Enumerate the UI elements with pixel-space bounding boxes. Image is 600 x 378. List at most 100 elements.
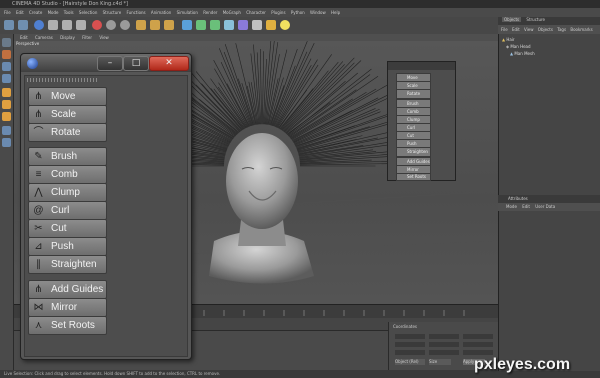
obj-menu-objects[interactable]: Objects bbox=[538, 27, 553, 32]
nurbs-icon[interactable] bbox=[210, 20, 220, 30]
light-icon[interactable] bbox=[280, 20, 290, 30]
hair-clump-button[interactable]: ⋀ Clump bbox=[28, 183, 107, 202]
render-view-icon[interactable] bbox=[136, 20, 146, 30]
menu-selection[interactable]: Selection bbox=[79, 10, 97, 15]
menu-functions[interactable]: Functions bbox=[127, 10, 146, 15]
menu-window[interactable]: Window bbox=[310, 10, 326, 15]
obj-menu-edit[interactable]: Edit bbox=[512, 27, 520, 32]
render-picture-icon[interactable] bbox=[150, 20, 160, 30]
set-roots-icon: ⋏ bbox=[34, 320, 43, 331]
coord-size-z-field[interactable] bbox=[463, 350, 493, 355]
cube-icon[interactable] bbox=[182, 20, 192, 30]
hair-cut-button[interactable]: ✂ Cut bbox=[28, 219, 107, 238]
menu-create[interactable]: Create bbox=[29, 10, 42, 15]
obj-menu-view[interactable]: View bbox=[524, 27, 534, 32]
coord-h-field[interactable] bbox=[429, 334, 459, 339]
workplane-icon[interactable] bbox=[2, 74, 11, 83]
axis-mode-icon[interactable] bbox=[2, 138, 11, 147]
small-rotate-button[interactable]: Rotate bbox=[396, 89, 431, 99]
viewport-menu-view[interactable]: View bbox=[99, 35, 109, 40]
live-selection-icon[interactable] bbox=[34, 20, 44, 30]
viewport-menu-edit[interactable]: Edit bbox=[20, 35, 28, 40]
undo-icon[interactable] bbox=[4, 20, 14, 30]
close-button[interactable]: ✕ bbox=[149, 56, 189, 71]
tab-objects[interactable]: Objects bbox=[502, 17, 522, 22]
make-editable-icon[interactable] bbox=[2, 38, 11, 47]
menu-file[interactable]: File bbox=[4, 10, 11, 15]
coord-x-field[interactable] bbox=[395, 334, 425, 339]
texture-mode-icon[interactable] bbox=[2, 62, 11, 71]
spline-icon[interactable] bbox=[196, 20, 206, 30]
object-row-man-head[interactable]: ◆ Man Head bbox=[506, 43, 531, 50]
object-row-man-mesh[interactable]: ▲ Man Mesh bbox=[510, 50, 535, 57]
menu-python[interactable]: Python bbox=[291, 10, 305, 15]
coord-size-x-field[interactable] bbox=[463, 334, 493, 339]
menu-animation[interactable]: Animation bbox=[151, 10, 171, 15]
menu-mograph[interactable]: MoGraph bbox=[223, 10, 241, 15]
small-set-roots-button[interactable]: Set Roots bbox=[396, 173, 431, 181]
viewport-menu-filter[interactable]: Filter bbox=[82, 35, 92, 40]
attr-menu-mode[interactable]: Mode bbox=[506, 204, 517, 209]
coord-y-field[interactable] bbox=[395, 342, 425, 347]
menu-help[interactable]: Help bbox=[331, 10, 340, 15]
obj-menu-bookmarks[interactable]: Bookmarks bbox=[570, 27, 592, 32]
deformer-icon[interactable] bbox=[238, 20, 248, 30]
obj-menu-tags[interactable]: Tags bbox=[557, 27, 566, 32]
menu-plugins[interactable]: Plugins bbox=[271, 10, 285, 15]
hair-mirror-button[interactable]: ⋈ Mirror bbox=[28, 298, 107, 317]
hair-brush-button[interactable]: ✎ Brush bbox=[28, 147, 107, 166]
menu-structure[interactable]: Structure bbox=[103, 10, 122, 15]
coord-size-y-field[interactable] bbox=[463, 342, 493, 347]
points-mode-icon[interactable] bbox=[2, 88, 11, 97]
render-settings-icon[interactable] bbox=[164, 20, 174, 30]
move-tool-icon[interactable] bbox=[48, 20, 58, 30]
rotate-tool-icon[interactable] bbox=[76, 20, 86, 30]
attr-menu-user-data[interactable]: User Data bbox=[535, 204, 555, 209]
menu-mode[interactable]: Mode bbox=[48, 10, 59, 15]
menu-character[interactable]: Character bbox=[246, 10, 266, 15]
small-straighten-button[interactable]: Straighten bbox=[396, 147, 431, 157]
menu-edit[interactable]: Edit bbox=[16, 10, 24, 15]
hair-move-button[interactable]: ⋔ Move bbox=[28, 87, 107, 106]
tab-structure[interactable]: Structure bbox=[526, 17, 545, 22]
coord-z-field[interactable] bbox=[395, 350, 425, 355]
coord-p-field[interactable] bbox=[429, 342, 459, 347]
obj-menu-file[interactable]: File bbox=[501, 27, 508, 32]
hair-straighten-button[interactable]: ∥ Straighten bbox=[28, 255, 107, 274]
hair-add-guides-button[interactable]: ⋔ Add Guides bbox=[28, 280, 107, 299]
palette-grip[interactable] bbox=[27, 78, 97, 82]
y-axis-icon[interactable] bbox=[106, 20, 116, 30]
redo-icon[interactable] bbox=[18, 20, 28, 30]
menu-simulation[interactable]: Simulation bbox=[177, 10, 198, 15]
maximize-button[interactable]: □ bbox=[123, 56, 149, 71]
menu-tools[interactable]: Tools bbox=[64, 10, 74, 15]
coord-mode-select[interactable]: Object (Rel) bbox=[395, 359, 425, 365]
x-axis-icon[interactable] bbox=[92, 20, 102, 30]
hair-rotate-button[interactable]: ⌒ Rotate bbox=[28, 123, 107, 142]
hair-scale-button[interactable]: ⋔ Scale bbox=[28, 105, 107, 124]
hair-tools-titlebar[interactable]: – □ ✕ bbox=[21, 54, 191, 72]
hair-set-roots-button[interactable]: ⋏ Set Roots bbox=[28, 316, 107, 335]
array-icon[interactable] bbox=[224, 20, 234, 30]
model-mode-icon[interactable] bbox=[2, 50, 11, 59]
hair-curl-button[interactable]: @ Curl bbox=[28, 201, 107, 220]
coord-size-mode-select[interactable]: Size bbox=[429, 359, 451, 365]
minimize-button[interactable]: – bbox=[97, 56, 123, 71]
object-row-hair[interactable]: ▲ Hair bbox=[502, 36, 515, 43]
viewport-menu-display[interactable]: Display bbox=[60, 35, 75, 40]
z-axis-icon[interactable] bbox=[120, 20, 130, 30]
viewport-menu-cameras[interactable]: Cameras bbox=[35, 35, 53, 40]
hair-comb-button[interactable]: ≡ Comb bbox=[28, 165, 107, 184]
scale-tool-icon[interactable] bbox=[62, 20, 72, 30]
hair-strand bbox=[273, 51, 308, 127]
small-palette-titlebar[interactable] bbox=[388, 62, 455, 70]
scene-icon[interactable] bbox=[252, 20, 262, 30]
snap-icon[interactable] bbox=[2, 126, 11, 135]
menu-render[interactable]: Render bbox=[203, 10, 217, 15]
attr-menu-edit[interactable]: Edit bbox=[522, 204, 530, 209]
coord-b-field[interactable] bbox=[429, 350, 459, 355]
polygons-mode-icon[interactable] bbox=[2, 112, 11, 121]
hair-push-button[interactable]: ⊿ Push bbox=[28, 237, 107, 256]
edges-mode-icon[interactable] bbox=[2, 100, 11, 109]
camera-icon[interactable] bbox=[266, 20, 276, 30]
